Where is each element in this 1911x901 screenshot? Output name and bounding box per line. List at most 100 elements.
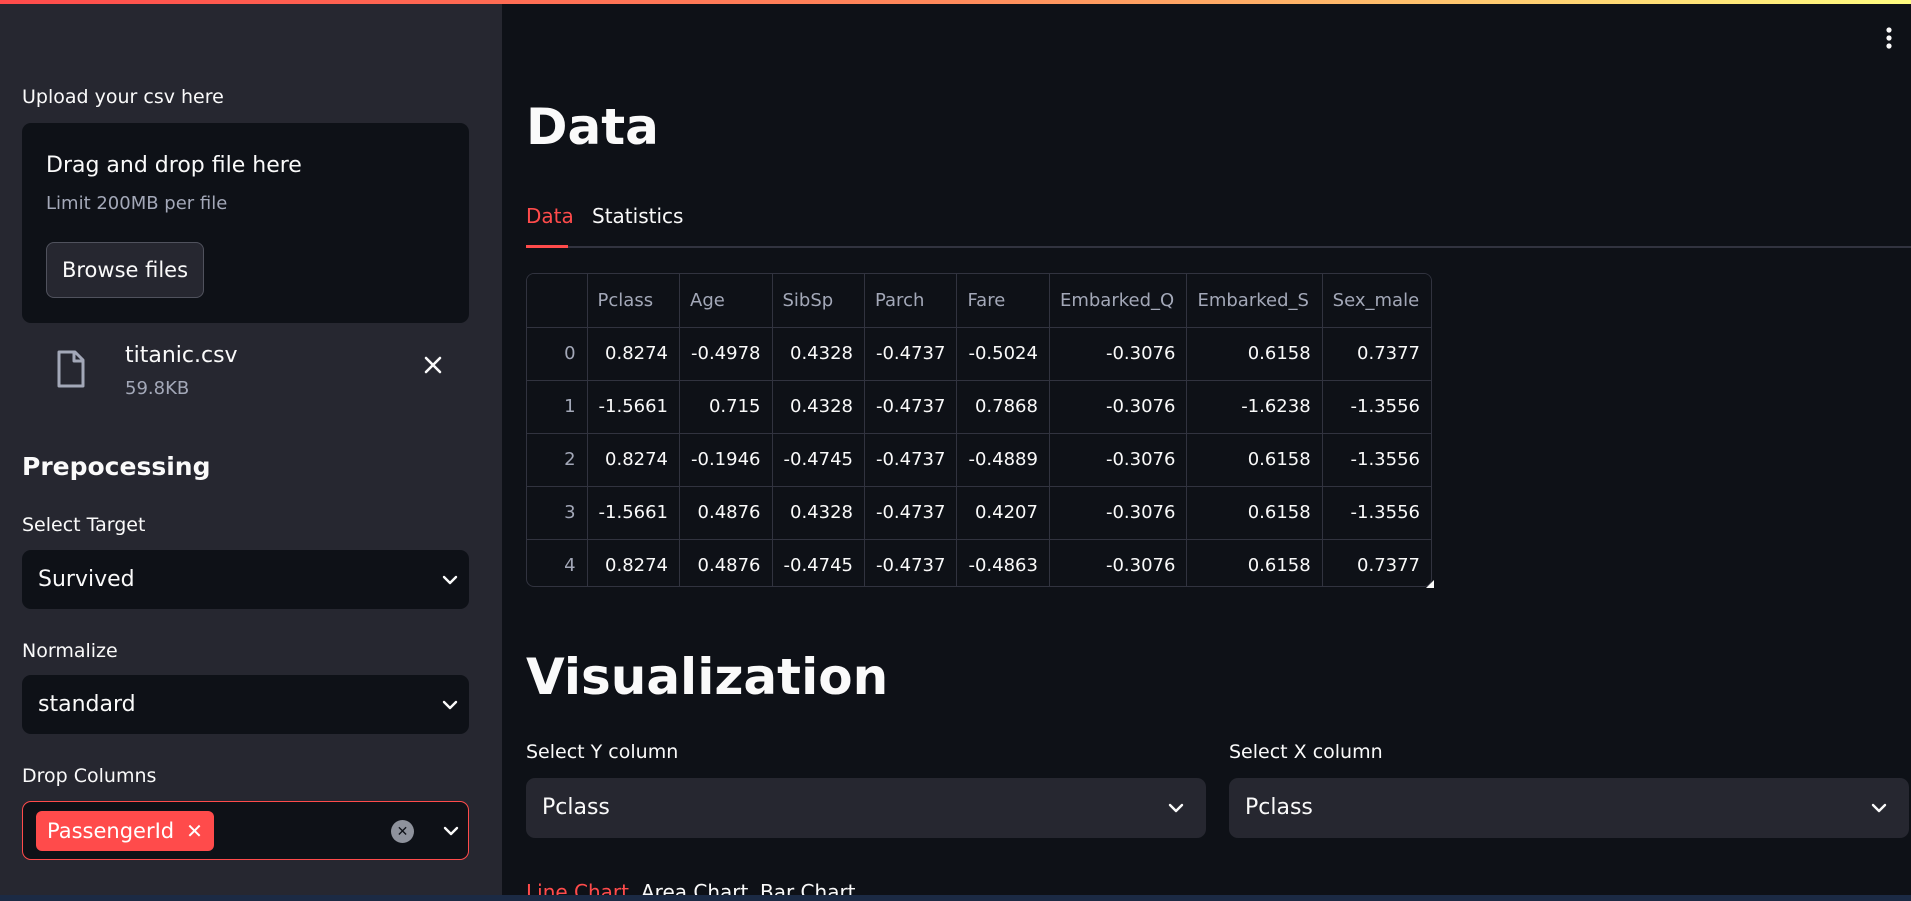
table-cell[interactable]: -0.4737 bbox=[864, 486, 958, 540]
data-tabs: Data Statistics bbox=[526, 200, 1911, 248]
table-cell[interactable]: 0.6158 bbox=[1186, 539, 1323, 586]
column-header[interactable]: SibSp bbox=[772, 274, 865, 328]
table-cell[interactable]: 0.6158 bbox=[1186, 486, 1323, 540]
table-cell[interactable]: 0.8274 bbox=[587, 539, 681, 586]
chevron-down-icon bbox=[1168, 803, 1184, 813]
table-cell[interactable]: -0.4889 bbox=[956, 433, 1050, 487]
taskbar-edge bbox=[0, 895, 1911, 901]
file-dropzone[interactable]: Drag and drop file here Limit 200MB per … bbox=[22, 123, 469, 323]
active-tab-indicator bbox=[526, 245, 568, 248]
tag-label: PassengerId bbox=[47, 819, 175, 843]
table-cell[interactable]: -0.3076 bbox=[1049, 380, 1188, 434]
data-title: Data bbox=[526, 98, 659, 156]
table-cell[interactable]: -0.3076 bbox=[1049, 433, 1188, 487]
tab-data[interactable]: Data bbox=[526, 204, 574, 228]
table-cell[interactable]: -0.4737 bbox=[864, 380, 958, 434]
table-cell[interactable]: 0.8274 bbox=[587, 433, 681, 487]
table-cell[interactable]: -0.4863 bbox=[956, 539, 1050, 586]
visualization-title: Visualization bbox=[526, 648, 889, 706]
normalize-label: Normalize bbox=[22, 640, 118, 662]
target-select-value: Survived bbox=[38, 567, 135, 592]
chevron-down-icon[interactable] bbox=[441, 821, 461, 841]
dropzone-title: Drag and drop file here bbox=[46, 153, 302, 178]
normalize-select-value: standard bbox=[38, 692, 136, 717]
table-cell[interactable]: -0.1946 bbox=[679, 433, 773, 487]
x-column-select[interactable]: Pclass bbox=[1229, 778, 1909, 838]
table-cell[interactable]: -0.3076 bbox=[1049, 539, 1188, 586]
column-header[interactable]: Sex_male bbox=[1322, 274, 1431, 328]
row-index: 3 bbox=[527, 486, 588, 540]
drop-columns-multiselect[interactable]: PassengerId ✕ ✕ bbox=[22, 801, 469, 860]
table-cell[interactable]: 0.7868 bbox=[956, 380, 1050, 434]
select-x-label: Select X column bbox=[1229, 741, 1383, 763]
table-cell[interactable]: 0.7377 bbox=[1322, 539, 1431, 586]
table-cell[interactable]: -1.3556 bbox=[1322, 486, 1431, 540]
table-cell[interactable]: -0.3076 bbox=[1049, 327, 1188, 381]
table-row: 1 -1.5661 0.715 0.4328 -0.4737 0.7868 -0… bbox=[527, 380, 1431, 434]
table-cell[interactable]: -0.4737 bbox=[864, 539, 958, 586]
tag-passengerid: PassengerId ✕ bbox=[36, 811, 214, 851]
column-header[interactable]: Embarked_Q bbox=[1049, 274, 1188, 328]
table-header-row: Pclass Age SibSp Parch Fare Embarked_Q E… bbox=[527, 274, 1431, 328]
sidebar: Upload your csv here Drag and drop file … bbox=[0, 0, 502, 901]
data-table[interactable]: Pclass Age SibSp Parch Fare Embarked_Q E… bbox=[526, 273, 1432, 587]
column-header[interactable]: Embarked_S bbox=[1186, 274, 1323, 328]
select-target-label: Select Target bbox=[22, 514, 146, 536]
table-cell[interactable]: 0.6158 bbox=[1186, 327, 1323, 381]
dropzone-limit: Limit 200MB per file bbox=[46, 193, 228, 214]
table-cell[interactable]: 0.6158 bbox=[1186, 433, 1323, 487]
row-index: 1 bbox=[527, 380, 588, 434]
table-cell[interactable]: -0.4745 bbox=[772, 539, 865, 586]
table-row: 2 0.8274 -0.1946 -0.4745 -0.4737 -0.4889… bbox=[527, 433, 1431, 487]
table-cell[interactable]: -0.4745 bbox=[772, 433, 865, 487]
table-cell[interactable]: 0.4328 bbox=[772, 486, 865, 540]
column-header[interactable]: Age bbox=[679, 274, 773, 328]
drop-columns-label: Drop Columns bbox=[22, 765, 157, 787]
more-vertical-icon[interactable] bbox=[1885, 26, 1893, 50]
table-cell[interactable]: -0.4737 bbox=[864, 433, 958, 487]
table-cell[interactable]: 0.4328 bbox=[772, 380, 865, 434]
table-cell[interactable]: 0.715 bbox=[679, 380, 773, 434]
clear-all-icon[interactable]: ✕ bbox=[391, 820, 414, 843]
table-cell[interactable]: -1.3556 bbox=[1322, 380, 1431, 434]
table-cell[interactable]: -0.3076 bbox=[1049, 486, 1188, 540]
table-cell[interactable]: -1.6238 bbox=[1186, 380, 1323, 434]
select-y-label: Select Y column bbox=[526, 741, 679, 763]
column-header[interactable]: Pclass bbox=[587, 274, 681, 328]
row-index: 4 bbox=[527, 539, 588, 586]
normalize-select[interactable]: standard bbox=[22, 675, 469, 734]
y-column-select[interactable]: Pclass bbox=[526, 778, 1206, 838]
table-cell[interactable]: -0.4737 bbox=[864, 327, 958, 381]
table-cell[interactable]: 0.4876 bbox=[679, 539, 773, 586]
table-cell[interactable]: -1.5661 bbox=[587, 380, 681, 434]
table-cell[interactable]: 0.4207 bbox=[956, 486, 1050, 540]
table-cell[interactable]: 0.8274 bbox=[587, 327, 681, 381]
table-row: 4 0.8274 0.4876 -0.4745 -0.4737 -0.4863 … bbox=[527, 539, 1431, 586]
upload-label: Upload your csv here bbox=[22, 86, 224, 108]
remove-tag-icon[interactable]: ✕ bbox=[186, 819, 203, 843]
column-header[interactable]: Parch bbox=[864, 274, 958, 328]
chevron-down-icon bbox=[1871, 803, 1887, 813]
uploaded-file: titanic.csv 59.8KB bbox=[22, 338, 469, 408]
file-icon bbox=[57, 350, 85, 388]
file-name: titanic.csv bbox=[125, 343, 238, 368]
table-cell[interactable]: -1.3556 bbox=[1322, 433, 1431, 487]
column-header[interactable]: Fare bbox=[956, 274, 1050, 328]
table-cell[interactable]: 0.7377 bbox=[1322, 327, 1431, 381]
y-column-value: Pclass bbox=[542, 795, 610, 820]
row-index: 2 bbox=[527, 433, 588, 487]
column-header bbox=[527, 274, 588, 328]
table-cell[interactable]: 0.4328 bbox=[772, 327, 865, 381]
tab-statistics[interactable]: Statistics bbox=[592, 204, 683, 228]
table-cell[interactable]: 0.4876 bbox=[679, 486, 773, 540]
table-row: 3 -1.5661 0.4876 0.4328 -0.4737 0.4207 -… bbox=[527, 486, 1431, 540]
preprocessing-title: Prepocessing bbox=[22, 452, 211, 481]
table-cell[interactable]: -1.5661 bbox=[587, 486, 681, 540]
target-select[interactable]: Survived bbox=[22, 550, 469, 609]
row-index: 0 bbox=[527, 327, 588, 381]
file-size: 59.8KB bbox=[125, 378, 190, 399]
browse-files-button[interactable]: Browse files bbox=[46, 242, 204, 298]
table-cell[interactable]: -0.4978 bbox=[679, 327, 773, 381]
close-icon[interactable] bbox=[418, 350, 448, 380]
table-cell[interactable]: -0.5024 bbox=[956, 327, 1050, 381]
